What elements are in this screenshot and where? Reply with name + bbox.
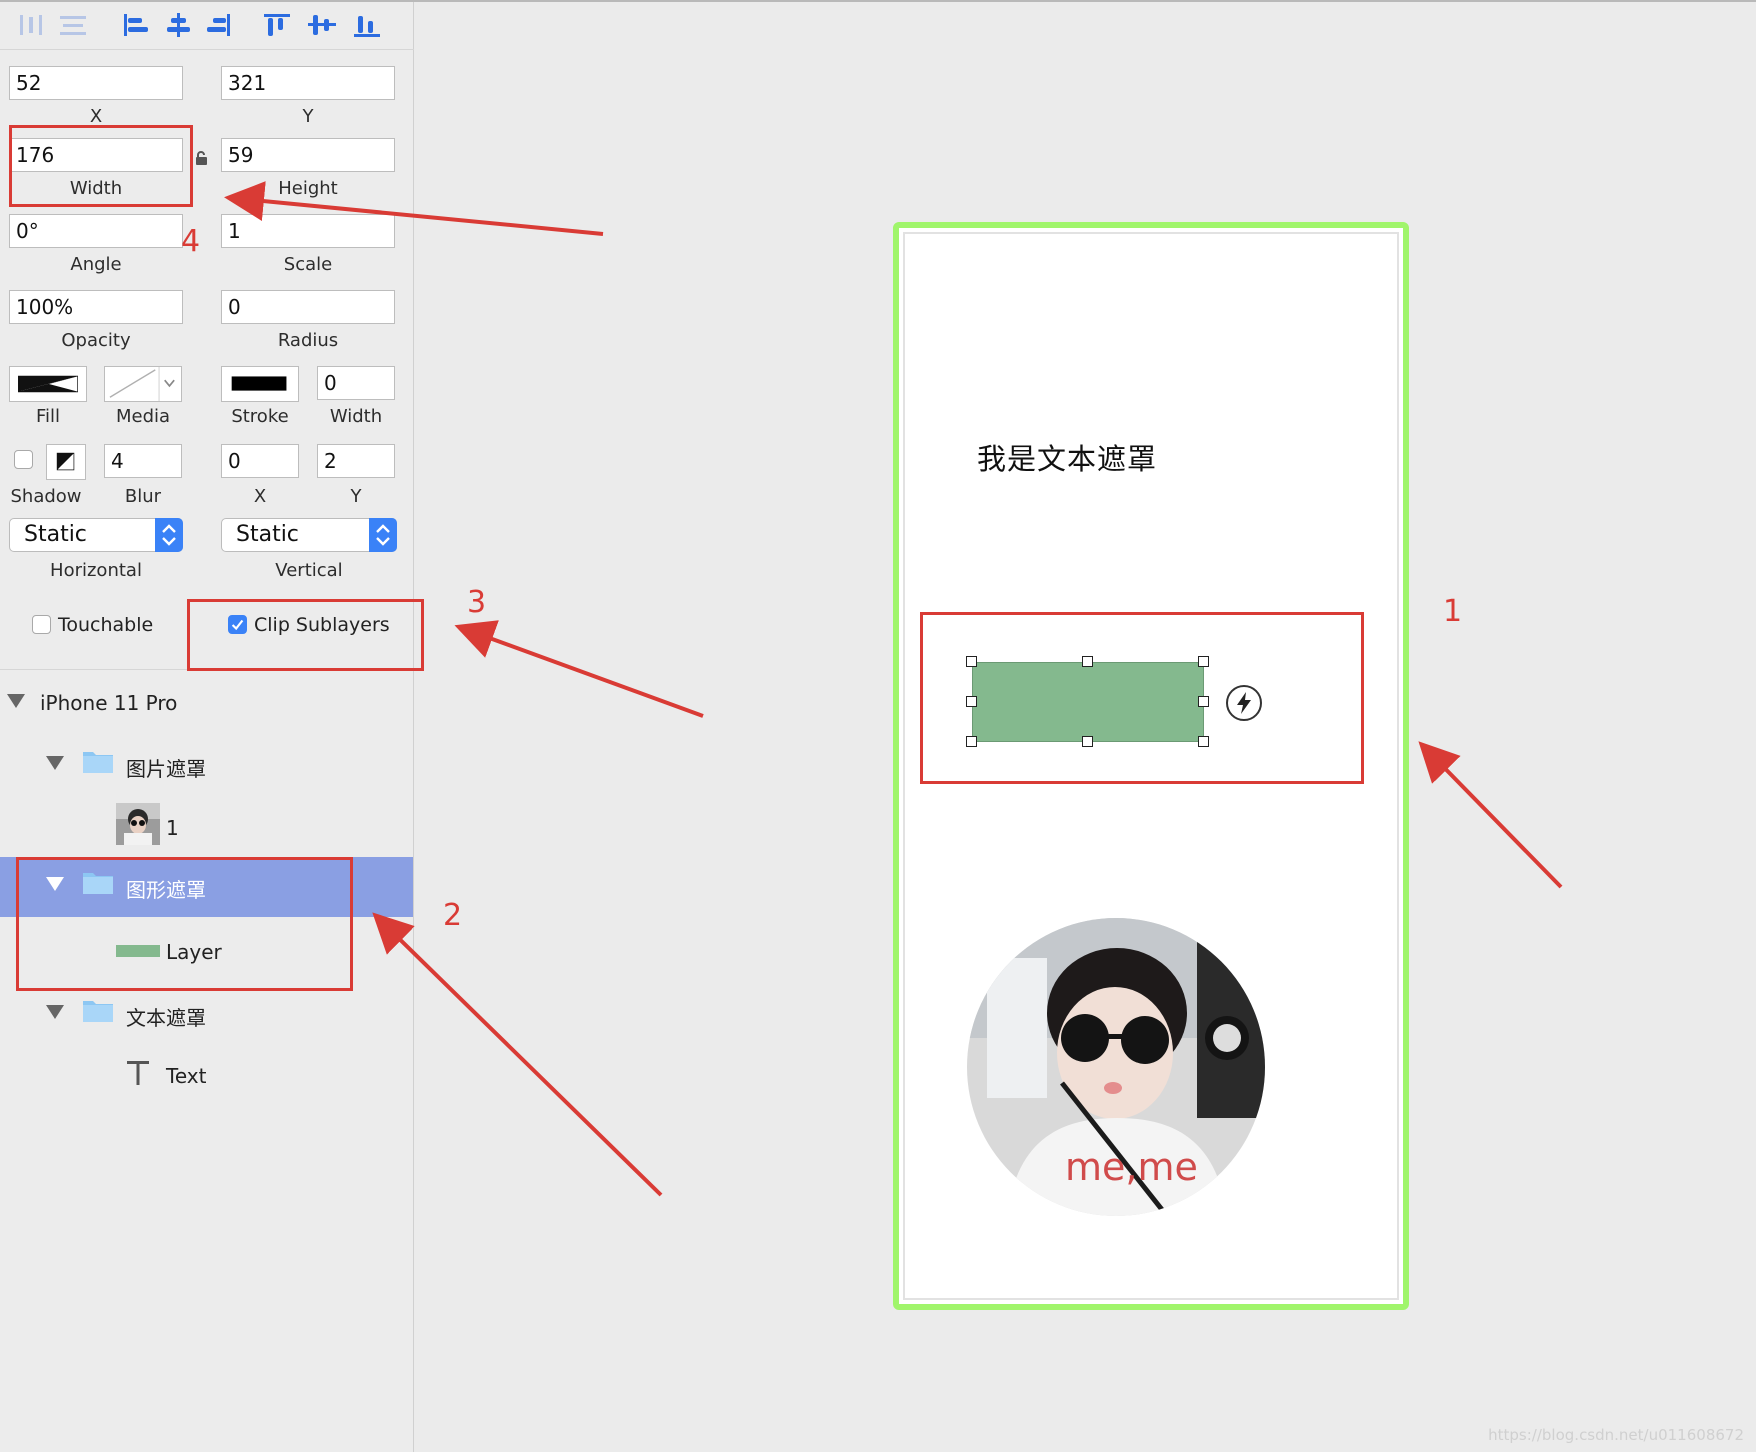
arrow-to-size	[224, 181, 604, 236]
watermark: https://blog.csdn.net/u011608672	[1488, 1426, 1744, 1444]
arrow-to-clip	[454, 620, 704, 718]
annotation-arrows	[224, 181, 1563, 1197]
arrow-to-layer	[372, 912, 663, 1197]
arrow-to-canvas	[1418, 741, 1563, 889]
